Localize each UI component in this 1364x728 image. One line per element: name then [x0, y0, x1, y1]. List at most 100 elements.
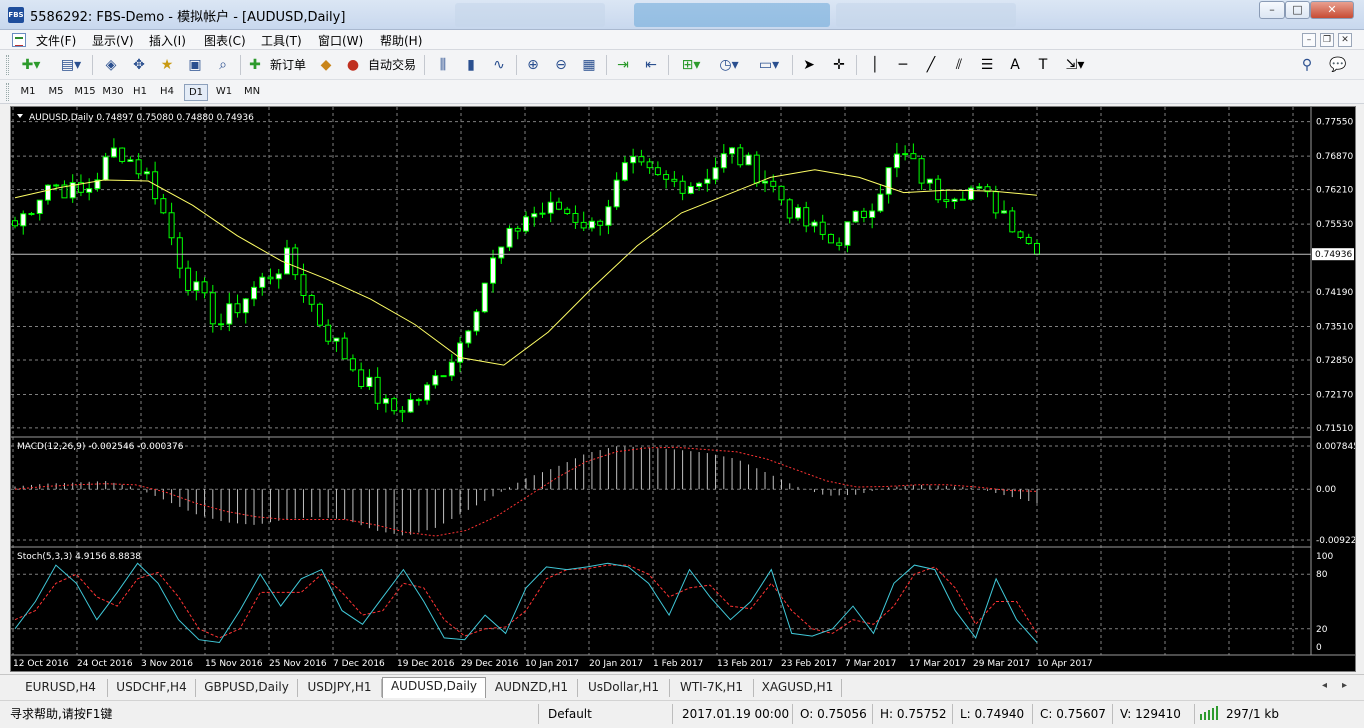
timeframe-m1[interactable]: M1	[16, 84, 40, 101]
toolbar-grip[interactable]	[6, 55, 9, 75]
timeframe-d1[interactable]: D1	[184, 84, 208, 101]
templates-icon[interactable]: ▭▾	[752, 54, 786, 76]
symbol-tab-audusd-daily[interactable]: AUDUSD,Daily	[382, 677, 486, 698]
mdi-minimize-button[interactable]: –	[1302, 33, 1316, 47]
periods-icon[interactable]: ◷▾	[712, 54, 746, 76]
symbol-tab-eurusd-h4[interactable]: EURUSD,H4	[14, 679, 108, 697]
indicators-icon[interactable]: ⊞▾	[674, 54, 708, 76]
menu-insert[interactable]: 插入(I)	[149, 32, 186, 49]
chart-window-icon[interactable]	[12, 33, 26, 47]
candlestick-icon[interactable]: ▮	[460, 54, 482, 76]
data-window-icon[interactable]: ★	[156, 54, 178, 76]
candle	[687, 186, 694, 194]
connection-status-icon[interactable]	[1200, 706, 1222, 720]
collapse-arrow-icon[interactable]	[17, 114, 23, 118]
symbol-tab-wti-7k-h1[interactable]: WTI-7K,H1	[670, 679, 754, 697]
chart-window[interactable]: 0.77550 0.76870 0.76210 0.75530 0.74190 0.735…	[10, 106, 1356, 672]
status-traffic[interactable]: 297/1 kb	[1226, 704, 1279, 724]
timeframe-mn[interactable]: MN	[240, 84, 264, 101]
text-icon[interactable]: A	[1004, 54, 1026, 76]
menu-charts[interactable]: 图表(C)	[204, 32, 246, 49]
auto-trading-icon[interactable]: ●	[343, 54, 363, 76]
market-watch-icon[interactable]: ◈	[100, 54, 122, 76]
candle	[283, 247, 290, 275]
crosshair-icon[interactable]: ✛	[828, 54, 850, 76]
timeframe-m30[interactable]: M30	[100, 84, 126, 101]
timeframe-w1[interactable]: W1	[212, 84, 236, 101]
time-axis-label: 3 Nov 2016	[141, 659, 193, 669]
chart-shift-icon[interactable]: ⇤	[640, 54, 662, 76]
trendline-icon[interactable]: ╱	[920, 54, 942, 76]
candle	[745, 154, 752, 166]
chat-icon[interactable]: 💬	[1326, 54, 1350, 76]
search-icon[interactable]: ⚲	[1296, 54, 1318, 76]
menu-view[interactable]: 显示(V)	[92, 32, 134, 49]
metaeditor-icon[interactable]: ◆	[316, 54, 336, 76]
vertical-line-icon[interactable]: │	[864, 54, 886, 76]
menu-help[interactable]: 帮助(H)	[380, 32, 422, 49]
mdi-restore-button[interactable]: ❐	[1320, 33, 1334, 47]
new-chart-icon[interactable]: ✚▾	[16, 54, 46, 76]
status-profile[interactable]: Default	[548, 704, 592, 724]
new-order-icon[interactable]: ✚	[246, 54, 264, 76]
tabs-scroll-right-icon[interactable]: ▸	[1342, 680, 1347, 691]
time-axis-label: 29 Mar 2017	[973, 659, 1030, 669]
fibonacci-icon[interactable]: ☰	[976, 54, 998, 76]
menu-window[interactable]: 窗口(W)	[318, 32, 363, 49]
timeframe-m5[interactable]: M5	[44, 84, 68, 101]
mdi-close-button[interactable]: ✕	[1338, 33, 1352, 47]
zoom-in-icon[interactable]: ⊕	[522, 54, 544, 76]
cursor-icon[interactable]: ➤	[798, 54, 820, 76]
horizontal-line-icon[interactable]: ─	[892, 54, 914, 76]
toolbar-grip[interactable]	[6, 83, 9, 101]
maximize-button[interactable]: □	[1285, 1, 1310, 19]
tile-windows-icon[interactable]: ▦	[578, 54, 600, 76]
symbol-tab-gbpusd-daily[interactable]: GBPUSD,Daily	[196, 679, 298, 697]
text-label-icon[interactable]: T	[1032, 54, 1054, 76]
zoom-out-icon[interactable]: ⊖	[550, 54, 572, 76]
time-axis-label: 29 Dec 2016	[461, 659, 519, 669]
timeframe-m15[interactable]: M15	[72, 84, 98, 101]
moving-average-line	[14, 169, 1038, 366]
macd-axis-label: -0.009223	[1316, 536, 1355, 546]
terminal-icon[interactable]: ▣	[184, 54, 206, 76]
menu-file[interactable]: 文件(F)	[36, 32, 76, 49]
window-title: 5586292: FBS-Demo - 模拟帐户 - [AUDUSD,Daily…	[30, 10, 346, 25]
arrows-icon[interactable]: ⇲▾	[1060, 54, 1090, 76]
navigator-icon[interactable]: ✥	[128, 54, 150, 76]
timeframe-h1[interactable]: H1	[128, 84, 152, 101]
close-button[interactable]: ✕	[1310, 1, 1354, 19]
profiles-icon[interactable]: ▤▾	[56, 54, 86, 76]
candle	[663, 174, 670, 180]
timeframe-h4[interactable]: H4	[155, 84, 179, 101]
candle	[300, 274, 307, 296]
menu-tools[interactable]: 工具(T)	[261, 32, 302, 49]
symbol-tab-xagusd-h1[interactable]: XAGUSD,H1	[754, 679, 842, 697]
bar-chart-icon[interactable]: ⫼	[432, 54, 454, 76]
line-chart-icon[interactable]: ∿	[488, 54, 510, 76]
status-volume: V: 129410	[1120, 707, 1181, 721]
price-axis-label: 0.71510	[1316, 424, 1353, 434]
symbol-tab-usdjpy-h1[interactable]: USDJPY,H1	[298, 679, 382, 697]
status-separator	[672, 704, 673, 724]
candle	[490, 257, 497, 284]
equidistant-channel-icon[interactable]: ⫽	[948, 54, 970, 76]
candle	[251, 286, 258, 300]
stoch-axis-label: 20	[1316, 625, 1328, 635]
candle	[36, 199, 43, 215]
tabs-scroll-left-icon[interactable]: ◂	[1322, 680, 1327, 691]
price-axis-label: 0.72170	[1316, 390, 1353, 400]
auto-trading-button[interactable]: 自动交易	[364, 54, 420, 76]
status-datetime: 2017.01.19 00:00	[682, 707, 790, 721]
minimize-button[interactable]: –	[1259, 1, 1285, 19]
candle	[1017, 231, 1024, 238]
price-chart[interactable]: 0.77550 0.76870 0.76210 0.75530 0.74190 0.735…	[11, 107, 1355, 671]
symbol-tab-audnzd-h1[interactable]: AUDNZD,H1	[486, 679, 578, 697]
candle	[465, 330, 472, 344]
tester-icon[interactable]: ⌕	[212, 54, 234, 76]
auto-scroll-icon[interactable]: ⇥	[612, 54, 634, 76]
candle	[819, 221, 826, 235]
symbol-tab-usdollar-h1[interactable]: UsDollar,H1	[578, 679, 670, 697]
new-order-button[interactable]: 新订单	[266, 54, 310, 76]
symbol-tab-usdchf-h4[interactable]: USDCHF,H4	[108, 679, 196, 697]
